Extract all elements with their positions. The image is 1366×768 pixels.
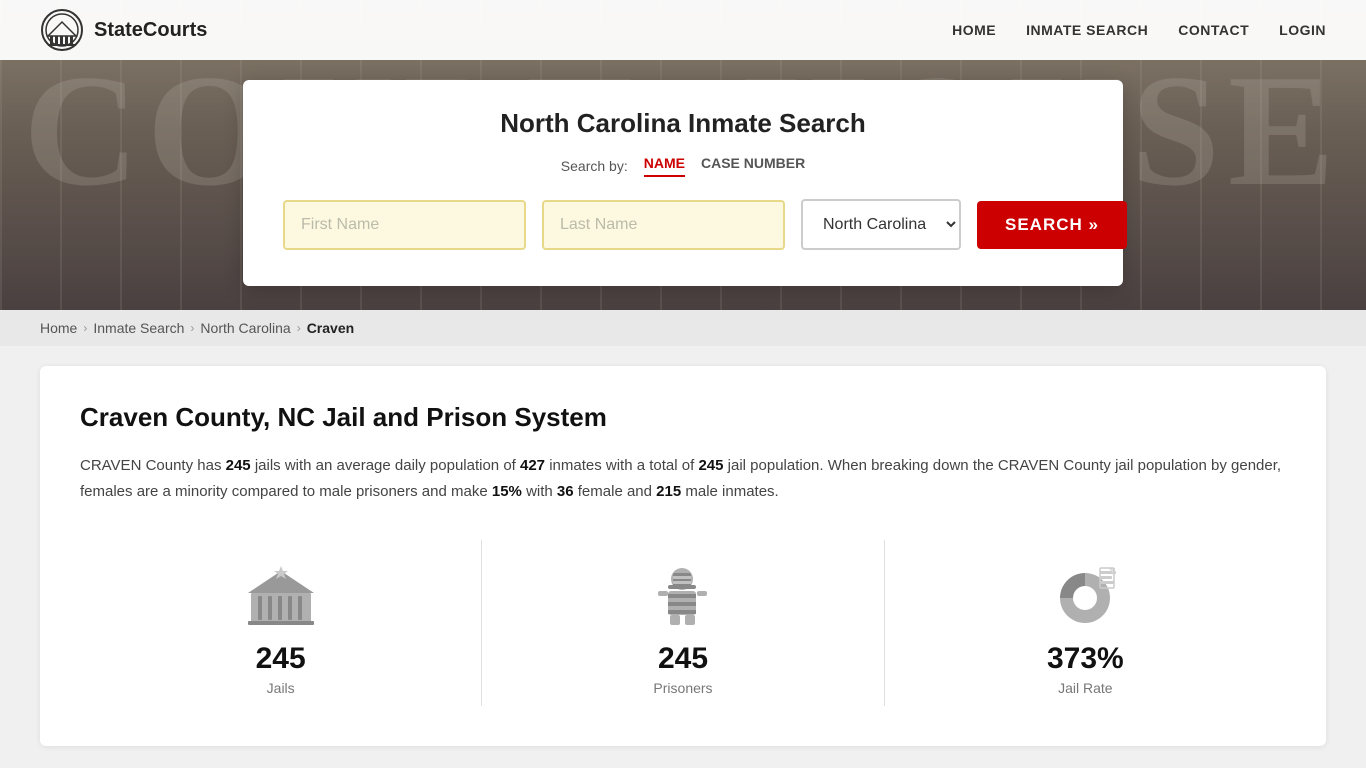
tab-name[interactable]: NAME <box>644 155 685 177</box>
breadcrumb-county: Craven <box>307 320 354 336</box>
county-description: CRAVEN County has 245 jails with an aver… <box>80 453 1286 504</box>
desc-avg-pop: 427 <box>520 457 545 474</box>
breadcrumb-state[interactable]: North Carolina <box>200 320 290 336</box>
prisoner-icon <box>643 560 723 630</box>
stat-prisoners-number: 245 <box>658 642 708 676</box>
stat-card-jails: 245 Jails <box>80 540 482 706</box>
breadcrumb: Home › Inmate Search › North Carolina › … <box>0 310 1366 346</box>
breadcrumb-sep-1: › <box>83 321 87 335</box>
desc-2: jails with an average daily population o… <box>255 457 520 474</box>
last-name-input[interactable] <box>542 200 785 250</box>
desc-female-pct: 15% <box>492 483 522 500</box>
logo-area[interactable]: StateCourts <box>40 8 207 52</box>
desc-3: inmates with a total of <box>549 457 698 474</box>
hero-section: C O U R T · H O U S E <box>0 0 1366 310</box>
tab-case-number[interactable]: CASE NUMBER <box>701 155 805 177</box>
search-inputs: North Carolina Alabama Alaska Arizona Ca… <box>283 199 1083 250</box>
state-select[interactable]: North Carolina Alabama Alaska Arizona Ca… <box>801 199 961 250</box>
search-card-wrapper: North Carolina Inmate Search Search by: … <box>0 80 1366 286</box>
desc-7: male inmates. <box>685 483 778 500</box>
search-card-title: North Carolina Inmate Search <box>283 108 1083 139</box>
search-card: North Carolina Inmate Search Search by: … <box>243 80 1123 286</box>
search-by-label: Search by: <box>561 158 628 174</box>
stat-card-prisoners: 245 Prisoners <box>482 540 884 706</box>
stats-row: 245 Jails <box>80 540 1286 706</box>
desc-6: female and <box>578 483 656 500</box>
stat-jails-label: Jails <box>267 680 295 696</box>
logo-text: StateCourts <box>94 19 207 42</box>
nav-home[interactable]: HOME <box>952 22 996 38</box>
first-name-input[interactable] <box>283 200 526 250</box>
nav-inmate-search[interactable]: INMATE SEARCH <box>1026 22 1148 38</box>
stat-card-jail-rate: 373% Jail Rate <box>885 540 1286 706</box>
breadcrumb-inmate-search[interactable]: Inmate Search <box>93 320 184 336</box>
breadcrumb-sep-3: › <box>297 321 301 335</box>
navbar: StateCourts HOME INMATE SEARCH CONTACT L… <box>0 0 1366 60</box>
stat-rate-label: Jail Rate <box>1058 680 1112 696</box>
desc-female-count: 36 <box>557 483 574 500</box>
nav-login[interactable]: LOGIN <box>1279 22 1326 38</box>
desc-5: with <box>526 483 557 500</box>
desc-jails-count: 245 <box>226 457 251 474</box>
stat-prisoners-label: Prisoners <box>653 680 712 696</box>
jail-icon <box>241 560 321 630</box>
breadcrumb-sep-2: › <box>190 321 194 335</box>
stat-jails-number: 245 <box>256 642 306 676</box>
county-title: Craven County, NC Jail and Prison System <box>80 402 1286 433</box>
breadcrumb-home[interactable]: Home <box>40 320 77 336</box>
search-by-row: Search by: NAME CASE NUMBER <box>283 155 1083 177</box>
desc-male-count: 215 <box>656 483 681 500</box>
main-content: Craven County, NC Jail and Prison System… <box>40 366 1326 746</box>
chart-icon <box>1045 560 1125 630</box>
search-button[interactable]: SEARCH » <box>977 201 1127 249</box>
logo-icon <box>40 8 84 52</box>
desc-1: CRAVEN County has <box>80 457 226 474</box>
stat-rate-number: 373% <box>1047 642 1124 676</box>
desc-total-pop: 245 <box>698 457 723 474</box>
nav-links: HOME INMATE SEARCH CONTACT LOGIN <box>952 22 1326 38</box>
nav-contact[interactable]: CONTACT <box>1178 22 1249 38</box>
